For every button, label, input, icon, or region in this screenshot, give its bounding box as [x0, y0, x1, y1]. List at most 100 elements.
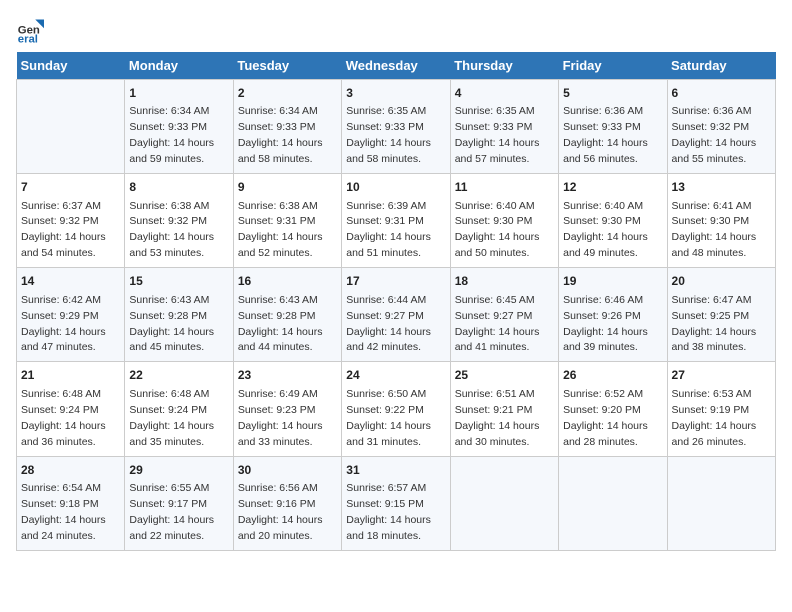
- sunset-info: Sunset: 9:18 PM: [21, 498, 99, 510]
- sunrise-info: Sunrise: 6:38 AM: [238, 200, 318, 212]
- sunset-info: Sunset: 9:24 PM: [129, 404, 207, 416]
- day-number: 6: [672, 85, 771, 102]
- column-header-thursday: Thursday: [450, 52, 558, 80]
- day-number: 2: [238, 85, 337, 102]
- column-header-sunday: Sunday: [17, 52, 125, 80]
- daylight-info: Daylight: 14 hours and 49 minutes.: [563, 231, 648, 259]
- sunset-info: Sunset: 9:27 PM: [455, 310, 533, 322]
- sunrise-info: Sunrise: 6:51 AM: [455, 388, 535, 400]
- week-row-4: 21 Sunrise: 6:48 AM Sunset: 9:24 PM Dayligh…: [17, 362, 776, 456]
- calendar-cell: 24Sunrise: 6:50 AMSunset: 9:22 PMDayligh…: [342, 362, 450, 456]
- calendar-cell: 23Sunrise: 6:49 AMSunset: 9:23 PMDayligh…: [233, 362, 341, 456]
- day-number: 5: [563, 85, 662, 102]
- sunrise-info: Sunrise: 6:35 AM: [346, 105, 426, 117]
- day-number: 26: [563, 367, 662, 384]
- sunset-info: Sunset: 9:32 PM: [672, 121, 750, 133]
- day-number: 10: [346, 179, 445, 196]
- svg-text:eral: eral: [18, 33, 38, 44]
- day-number: 12: [563, 179, 662, 196]
- sunrise-info: Sunrise: 6:43 AM: [129, 294, 209, 306]
- sunrise-info: Sunrise: 6:36 AM: [563, 105, 643, 117]
- sunrise-info: Sunrise: 6:45 AM: [455, 294, 535, 306]
- sunset-info: Sunset: 9:24 PM: [21, 404, 99, 416]
- sunrise-info: Sunrise: 6:43 AM: [238, 294, 318, 306]
- column-header-saturday: Saturday: [667, 52, 775, 80]
- day-number: 4: [455, 85, 554, 102]
- sunset-info: Sunset: 9:33 PM: [563, 121, 641, 133]
- calendar-cell: [450, 456, 558, 550]
- day-number: 9: [238, 179, 337, 196]
- sunset-info: Sunset: 9:27 PM: [346, 310, 424, 322]
- calendar-cell: 21 Sunrise: 6:48 AM Sunset: 9:24 PM Dayligh…: [17, 362, 125, 456]
- daylight-info: Daylight: 14 hours and 50 minutes.: [455, 231, 540, 259]
- daylight-info: Daylight: 14 hours and 36 minutes.: [21, 420, 106, 448]
- sunset-info: Sunset: 9:28 PM: [129, 310, 207, 322]
- sunrise-info: Sunrise: 6:46 AM: [563, 294, 643, 306]
- sunrise-info: Sunrise: 6:40 AM: [563, 200, 643, 212]
- sunset-info: Sunset: 9:25 PM: [672, 310, 750, 322]
- sunset-info: Sunset: 9:31 PM: [346, 215, 424, 227]
- week-row-2: 7Sunrise: 6:37 AMSunset: 9:32 PMDaylight…: [17, 174, 776, 268]
- sunset-info: Sunset: 9:21 PM: [455, 404, 533, 416]
- calendar-cell: 5Sunrise: 6:36 AMSunset: 9:33 PMDaylight…: [559, 80, 667, 174]
- daylight-info: Daylight: 14 hours and 48 minutes.: [672, 231, 757, 259]
- day-number: 25: [455, 367, 554, 384]
- sunrise-info: Sunrise: 6:44 AM: [346, 294, 426, 306]
- daylight-info: Daylight: 14 hours and 35 minutes.: [129, 420, 214, 448]
- calendar-cell: 4Sunrise: 6:35 AMSunset: 9:33 PMDaylight…: [450, 80, 558, 174]
- calendar-cell: 27Sunrise: 6:53 AMSunset: 9:19 PMDayligh…: [667, 362, 775, 456]
- daylight-info: Daylight: 14 hours and 18 minutes.: [346, 514, 431, 542]
- sunset-info: Sunset: 9:19 PM: [672, 404, 750, 416]
- daylight-info: Daylight: 14 hours and 45 minutes.: [129, 326, 214, 354]
- calendar-cell: 30Sunrise: 6:56 AMSunset: 9:16 PMDayligh…: [233, 456, 341, 550]
- daylight-info: Daylight: 14 hours and 24 minutes.: [21, 514, 106, 542]
- calendar-cell: [667, 456, 775, 550]
- column-header-wednesday: Wednesday: [342, 52, 450, 80]
- calendar-cell: 26Sunrise: 6:52 AMSunset: 9:20 PMDayligh…: [559, 362, 667, 456]
- sunrise-info: Sunrise: 6:34 AM: [238, 105, 318, 117]
- calendar-cell: [559, 456, 667, 550]
- calendar-cell: 6Sunrise: 6:36 AMSunset: 9:32 PMDaylight…: [667, 80, 775, 174]
- sunrise-info: Sunrise: 6:39 AM: [346, 200, 426, 212]
- daylight-info: Daylight: 14 hours and 39 minutes.: [563, 326, 648, 354]
- week-row-1: 1Sunrise: 6:34 AMSunset: 9:33 PMDaylight…: [17, 80, 776, 174]
- logo: Gen eral: [16, 16, 48, 44]
- daylight-info: Daylight: 14 hours and 26 minutes.: [672, 420, 757, 448]
- calendar-cell: 15Sunrise: 6:43 AMSunset: 9:28 PMDayligh…: [125, 268, 233, 362]
- calendar-cell: 28Sunrise: 6:54 AMSunset: 9:18 PMDayligh…: [17, 456, 125, 550]
- sunrise-info: Sunrise: 6:48 AM: [129, 388, 209, 400]
- sunset-info: Sunset: 9:31 PM: [238, 215, 316, 227]
- daylight-info: Daylight: 14 hours and 58 minutes.: [346, 137, 431, 165]
- calendar-cell: 2Sunrise: 6:34 AMSunset: 9:33 PMDaylight…: [233, 80, 341, 174]
- sunrise-info: Sunrise: 6:49 AM: [238, 388, 318, 400]
- calendar-cell: 14Sunrise: 6:42 AMSunset: 9:29 PMDayligh…: [17, 268, 125, 362]
- sunrise-info: Sunrise: 6:40 AM: [455, 200, 535, 212]
- calendar-cell: 20Sunrise: 6:47 AMSunset: 9:25 PMDayligh…: [667, 268, 775, 362]
- logo-icon: Gen eral: [16, 16, 44, 44]
- daylight-info: Daylight: 14 hours and 30 minutes.: [455, 420, 540, 448]
- sunrise-info: Sunrise: 6:57 AM: [346, 482, 426, 494]
- calendar-cell: 11Sunrise: 6:40 AMSunset: 9:30 PMDayligh…: [450, 174, 558, 268]
- calendar-cell: 17Sunrise: 6:44 AMSunset: 9:27 PMDayligh…: [342, 268, 450, 362]
- calendar-cell: 1Sunrise: 6:34 AMSunset: 9:33 PMDaylight…: [125, 80, 233, 174]
- day-number: 22: [129, 367, 228, 384]
- sunrise-info: Sunrise: 6:56 AM: [238, 482, 318, 494]
- sunset-info: Sunset: 9:30 PM: [563, 215, 641, 227]
- calendar-cell: 25 Sunrise: 6:51 AM Sunset: 9:21 PM Dayligh…: [450, 362, 558, 456]
- sunset-info: Sunset: 9:15 PM: [346, 498, 424, 510]
- daylight-info: Daylight: 14 hours and 47 minutes.: [21, 326, 106, 354]
- day-number: 30: [238, 462, 337, 479]
- sunrise-info: Sunrise: 6:55 AM: [129, 482, 209, 494]
- sunrise-info: Sunrise: 6:41 AM: [672, 200, 752, 212]
- sunrise-info: Sunrise: 6:50 AM: [346, 388, 426, 400]
- sunset-info: Sunset: 9:17 PM: [129, 498, 207, 510]
- sunset-info: Sunset: 9:33 PM: [129, 121, 207, 133]
- column-header-monday: Monday: [125, 52, 233, 80]
- header: Gen eral: [16, 16, 776, 44]
- day-number: 8: [129, 179, 228, 196]
- calendar-cell: 16Sunrise: 6:43 AMSunset: 9:28 PMDayligh…: [233, 268, 341, 362]
- sunrise-info: Sunrise: 6:48 AM: [21, 388, 101, 400]
- day-number: 21: [21, 367, 120, 384]
- calendar-cell: 19Sunrise: 6:46 AMSunset: 9:26 PMDayligh…: [559, 268, 667, 362]
- sunrise-info: Sunrise: 6:42 AM: [21, 294, 101, 306]
